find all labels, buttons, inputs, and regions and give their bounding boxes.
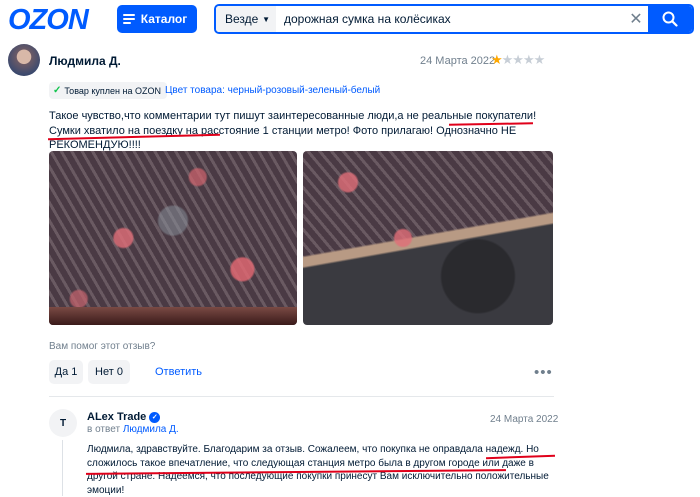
search-bar: Везде ▼ ✕ — [214, 4, 694, 34]
reply-prefix: в ответ — [87, 424, 121, 435]
search-scope-value: Везде — [225, 12, 259, 26]
search-scope-select[interactable]: Везде ▼ — [216, 6, 276, 32]
review-text: Такое чувство,что комментарии тут пишут … — [49, 110, 537, 151]
verified-seller-icon: ✓ — [149, 411, 161, 423]
rating-stars: ★★★★★ — [491, 52, 546, 68]
product-color-link[interactable]: Цвет товара: черный-розовый-зеленый-белы… — [165, 85, 380, 96]
search-input[interactable] — [276, 6, 624, 32]
star-empty-icons: ★★★★ — [501, 52, 546, 67]
reply-to-name[interactable]: Людмила Д. — [123, 424, 179, 435]
thread-line — [62, 440, 63, 496]
review-photo-1[interactable] — [49, 151, 297, 325]
reviewer-name[interactable]: Людмила Д. — [49, 54, 121, 68]
search-icon — [662, 11, 678, 27]
helpful-yes-button[interactable]: Да 1 — [49, 360, 83, 384]
seller-name[interactable]: ALex Trade ✓ — [87, 411, 161, 423]
ozon-logo[interactable]: OZON — [8, 4, 89, 37]
check-icon: ✓ — [53, 85, 62, 96]
reviewer-avatar[interactable] — [8, 44, 40, 76]
star-filled-icon: ★ — [491, 52, 503, 67]
reply-to-label: в ответ Людмила Д. — [87, 424, 179, 435]
top-header: OZON Каталог Везде ▼ ✕ — [0, 0, 700, 40]
reply-date: 24 Марта 2022 — [490, 414, 559, 425]
clear-icon[interactable]: ✕ — [624, 6, 648, 32]
catalog-button[interactable]: Каталог — [117, 5, 197, 33]
verified-purchase-badge: ✓ Товар куплен на OZON — [49, 82, 167, 99]
menu-icon — [122, 14, 135, 24]
review-date: 24 Марта 2022 — [420, 55, 496, 67]
review-photo-2[interactable] — [303, 151, 553, 325]
helpful-question: Вам помог этот отзыв? — [49, 341, 156, 352]
chevron-down-icon: ▼ — [262, 14, 270, 24]
reply-link[interactable]: Ответить — [155, 366, 202, 378]
seller-avatar[interactable]: T — [49, 409, 77, 437]
search-button[interactable] — [648, 6, 692, 32]
divider — [49, 396, 554, 397]
helpful-no-button[interactable]: Нет 0 — [88, 360, 130, 384]
verified-label: Товар куплен на OZON — [64, 85, 161, 96]
catalog-label: Каталог — [140, 12, 188, 26]
seller-name-text: ALex Trade — [87, 411, 147, 423]
more-options-icon[interactable]: ••• — [534, 364, 553, 381]
